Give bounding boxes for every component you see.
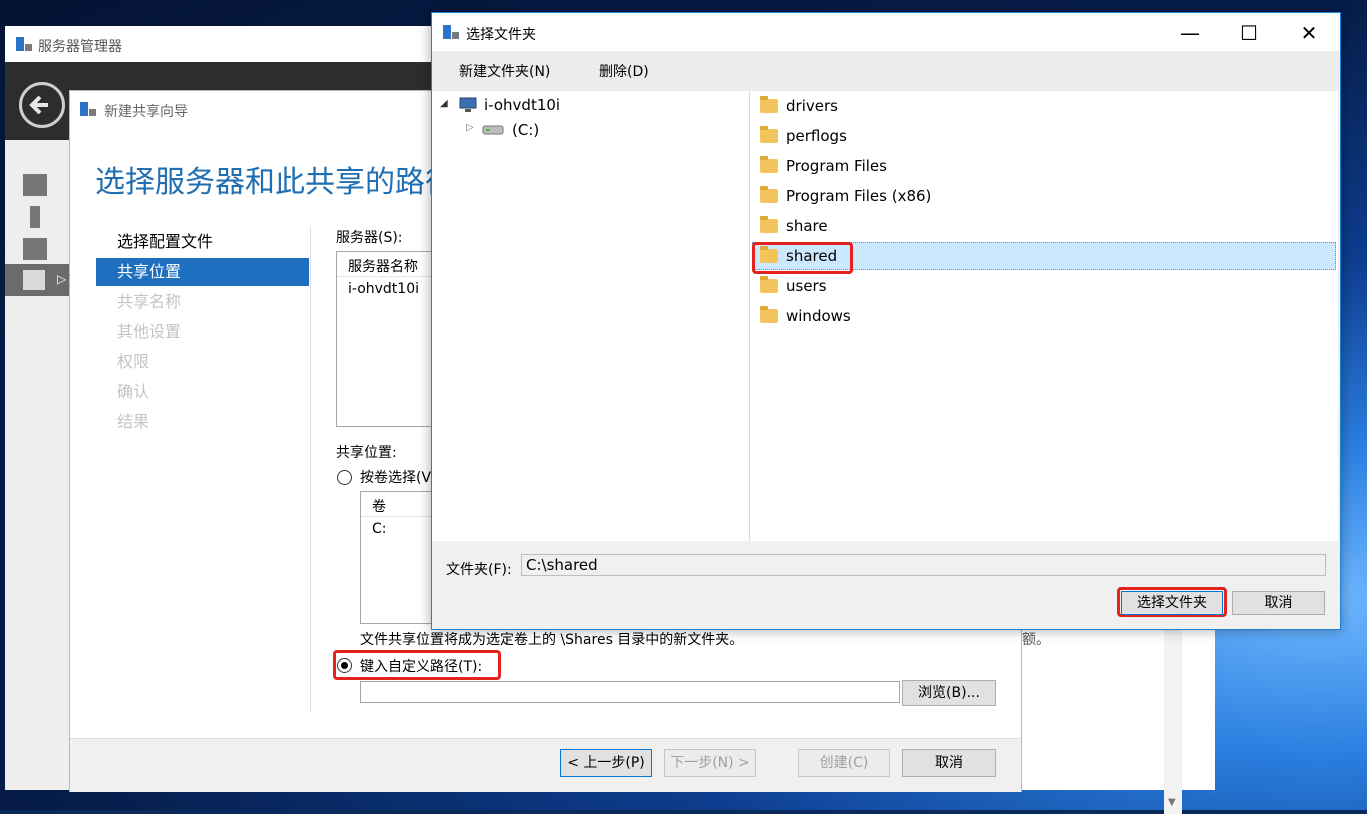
step-confirm: 确认 — [117, 382, 150, 401]
drive-icon — [482, 125, 504, 135]
step-other-settings: 其他设置 — [117, 322, 182, 341]
folder-icon — [760, 96, 778, 113]
wizard-cancel-button[interactable]: 取消 — [902, 749, 996, 777]
delete-button[interactable]: 删除(D) — [599, 61, 649, 81]
folder-icon — [760, 186, 778, 203]
server-manager-title: 服务器管理器 — [38, 39, 122, 55]
tree-drive-node[interactable]: (C:) — [512, 121, 539, 139]
folder-tree: ◢ i-ohvdt10i ▷ (C:) — [432, 91, 750, 541]
folder-icon — [760, 156, 778, 173]
wizard-heading: 选择服务器和此共享的路径 — [95, 165, 455, 200]
new-folder-button[interactable]: 新建文件夹(N) — [459, 61, 550, 81]
radio-by-volume-label[interactable]: 按卷选择(V — [360, 467, 431, 487]
step-share-name: 共享名称 — [117, 292, 182, 311]
computer-icon — [459, 97, 477, 112]
volume-column-header[interactable]: 卷 — [372, 496, 386, 516]
dialog-app-icon — [443, 25, 459, 39]
browse-button[interactable]: 浏览(B)... — [902, 680, 996, 706]
share-info-text-tail: 额。 — [1022, 632, 1050, 648]
folder-icon — [760, 276, 778, 293]
select-folder-dialog: 选择文件夹 — ☐ ✕ 新建文件夹(N) 删除(D) ◢ i-ohvdt10i … — [431, 12, 1341, 630]
chevron-right-icon: ▷ — [57, 272, 67, 286]
collapsed-arrow-icon[interactable]: ▷ — [466, 122, 474, 133]
previous-button[interactable]: < 上一步(P) — [560, 749, 652, 777]
dialog-cancel-button[interactable]: 取消 — [1232, 591, 1325, 615]
volume-row[interactable]: C: — [372, 521, 387, 537]
radio-custom-path-label[interactable]: 键入自定义路径(T): — [360, 656, 482, 676]
maximize-icon[interactable]: ☐ — [1234, 21, 1264, 45]
file-storage-icon — [23, 270, 45, 290]
dialog-title: 选择文件夹 — [466, 27, 536, 43]
dialog-titlebar: 选择文件夹 — ☐ ✕ — [432, 13, 1340, 51]
folder-path-field[interactable] — [521, 554, 1326, 576]
local-server-icon[interactable] — [30, 206, 40, 228]
share-info-text: 文件共享位置将成为选定卷上的 \Shares 目录中的新文件夹。 — [360, 632, 744, 648]
select-folder-button[interactable]: 选择文件夹 — [1121, 591, 1223, 615]
server-column-header[interactable]: 服务器名称 — [348, 256, 418, 276]
folder-path-label: 文件夹(F): — [446, 562, 512, 578]
step-share-location[interactable]: 共享位置 — [96, 258, 309, 286]
server-row[interactable]: i-ohvdt10i — [348, 281, 419, 297]
dashboard-icon[interactable] — [23, 174, 47, 196]
selected-folder-red-box — [752, 242, 853, 274]
file-storage-services-nav[interactable]: ▷ — [5, 264, 69, 296]
wizard-icon — [80, 102, 96, 116]
step-permissions: 权限 — [117, 352, 150, 371]
radio-by-volume[interactable] — [337, 470, 352, 485]
minimize-icon[interactable]: — — [1175, 21, 1205, 45]
wizard-title: 新建共享向导 — [104, 104, 188, 120]
folder-icon — [760, 306, 778, 323]
close-icon[interactable]: ✕ — [1294, 21, 1324, 45]
divider — [310, 227, 311, 712]
back-arrow-icon[interactable] — [19, 82, 65, 128]
folder-icon — [760, 126, 778, 143]
tree-computer-node[interactable]: i-ohvdt10i — [484, 96, 560, 114]
folder-icon — [760, 216, 778, 233]
share-location-label: 共享位置: — [336, 445, 397, 461]
expanded-arrow-icon[interactable]: ◢ — [440, 98, 448, 109]
step-select-profile[interactable]: 选择配置文件 — [96, 228, 309, 256]
all-servers-icon[interactable] — [23, 238, 47, 260]
dialog-toolbar: 新建文件夹(N) 删除(D) — [432, 51, 1340, 91]
server-manager-icon — [16, 37, 32, 51]
next-button[interactable]: 下一步(N) > — [664, 749, 756, 777]
step-results: 结果 — [117, 412, 150, 431]
radio-custom-path[interactable] — [337, 658, 352, 673]
server-label: 服务器(S): — [336, 230, 403, 246]
create-button[interactable]: 创建(C) — [798, 749, 890, 777]
folder-items: drivers perflogs Program Files Program F… — [750, 91, 1338, 541]
custom-path-input[interactable] — [360, 681, 900, 703]
chevron-down-icon[interactable]: ▼ — [1168, 797, 1176, 808]
